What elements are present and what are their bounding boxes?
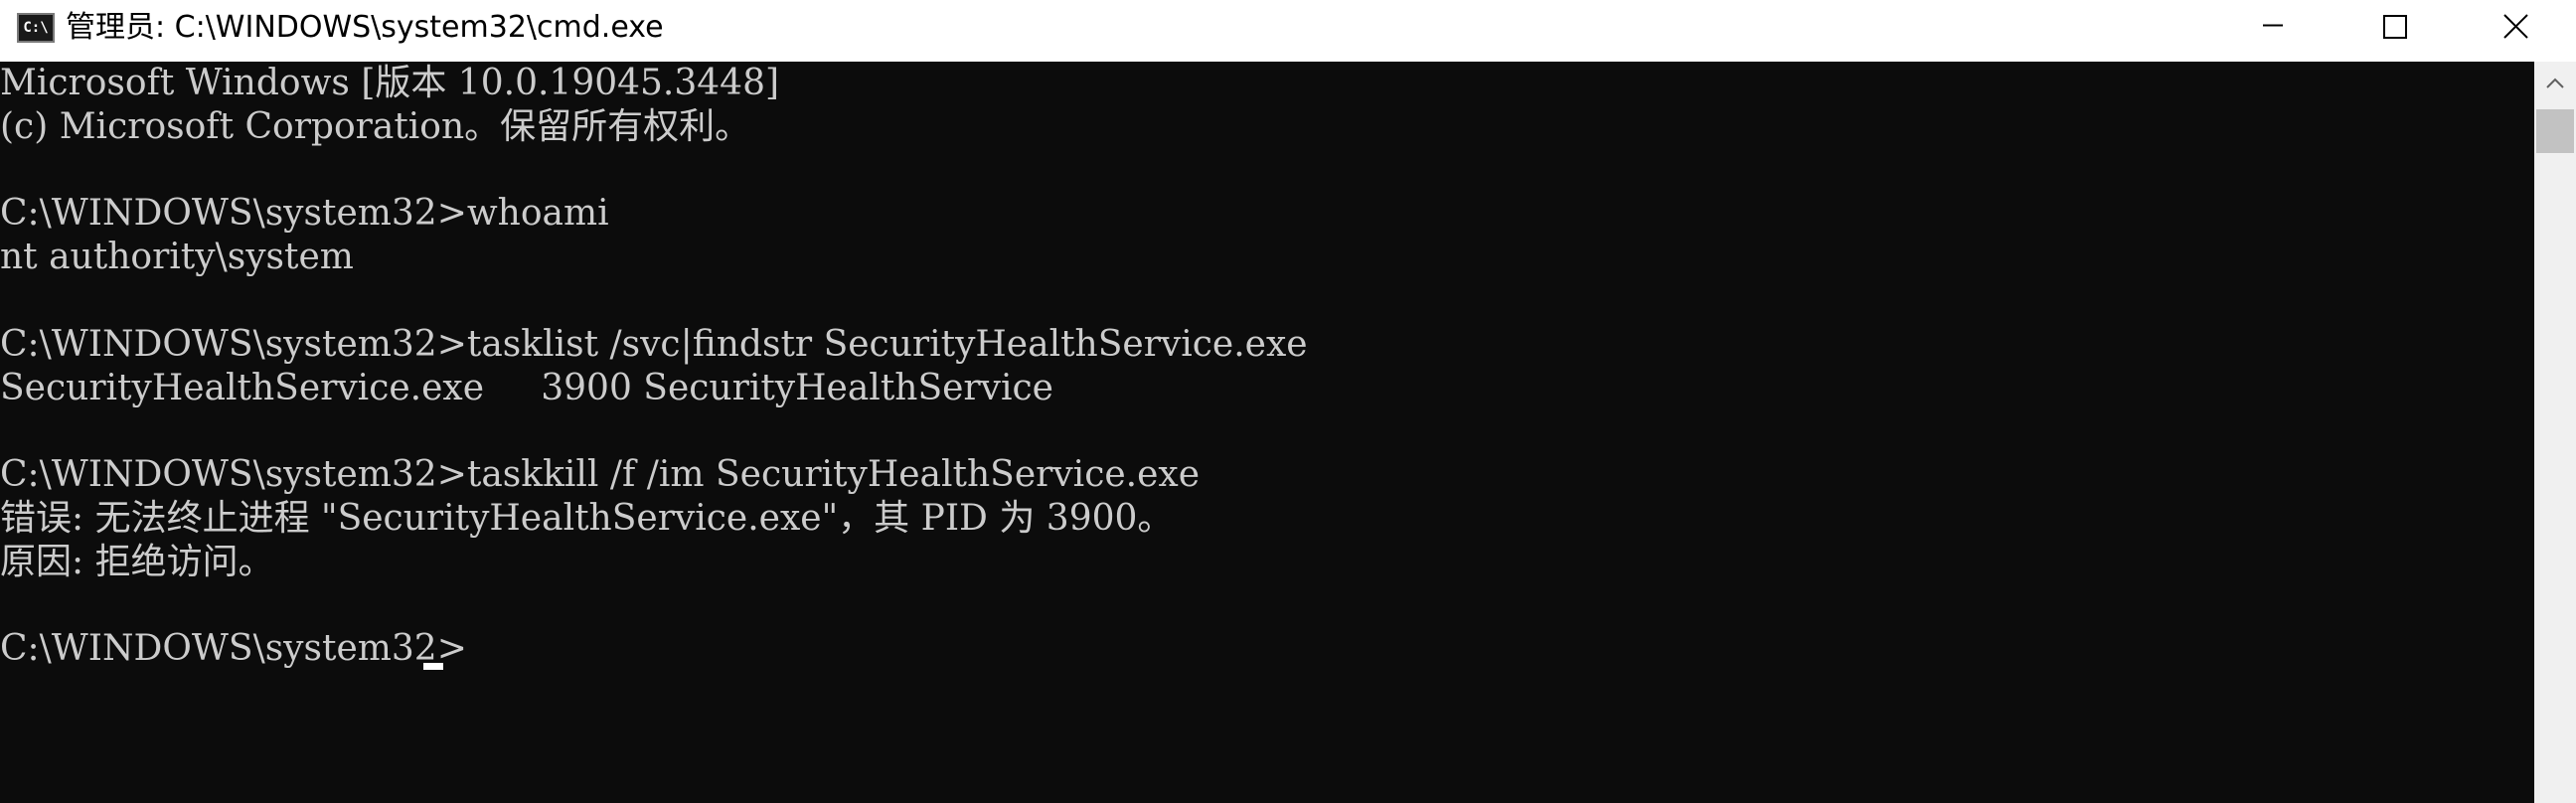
console-line: Microsoft Windows [版本 10.0.19045.3448] [0,63,780,103]
close-icon [2503,14,2528,39]
console-line: nt authority\system [0,237,354,277]
text-cursor [423,663,443,670]
console-line: SecurityHealthService.exe 3900 SecurityH… [0,368,1053,408]
console-line: C:\WINDOWS\system32>tasklist /svc|findst… [0,324,1308,365]
minimize-button[interactable] [2212,0,2334,55]
maximize-button[interactable] [2334,0,2455,55]
console-line: C:\WINDOWS\system32>whoami [0,193,609,234]
cmd-window: C:\ 管理员: C:\WINDOWS\system32\cmd.exe Mic… [0,0,2576,803]
console-line: 错误: 无法终止进程 "SecurityHealthService.exe"，其… [0,498,1174,539]
scroll-up-arrow-icon[interactable] [2534,62,2576,103]
console-icon[interactable]: C:\ [17,13,55,43]
console-line: (c) Microsoft Corporation。保留所有权利。 [0,106,751,147]
scrollbar-thumb[interactable] [2536,109,2574,153]
title-bar[interactable]: C:\ 管理员: C:\WINDOWS\system32\cmd.exe [0,0,2576,62]
window-title: 管理员: C:\WINDOWS\system32\cmd.exe [66,10,664,45]
command-prompt: C:\WINDOWS\system32> [0,628,467,669]
console-output[interactable]: Microsoft Windows [版本 10.0.19045.3448] (… [0,62,2534,803]
minimize-icon [2263,24,2283,27]
console-line: C:\WINDOWS\system32>taskkill /f /im Secu… [0,454,1201,495]
close-button[interactable] [2455,0,2576,55]
vertical-scrollbar[interactable] [2534,62,2576,803]
maximize-icon [2383,15,2407,39]
console-line: 原因: 拒绝访问。 [0,542,274,582]
